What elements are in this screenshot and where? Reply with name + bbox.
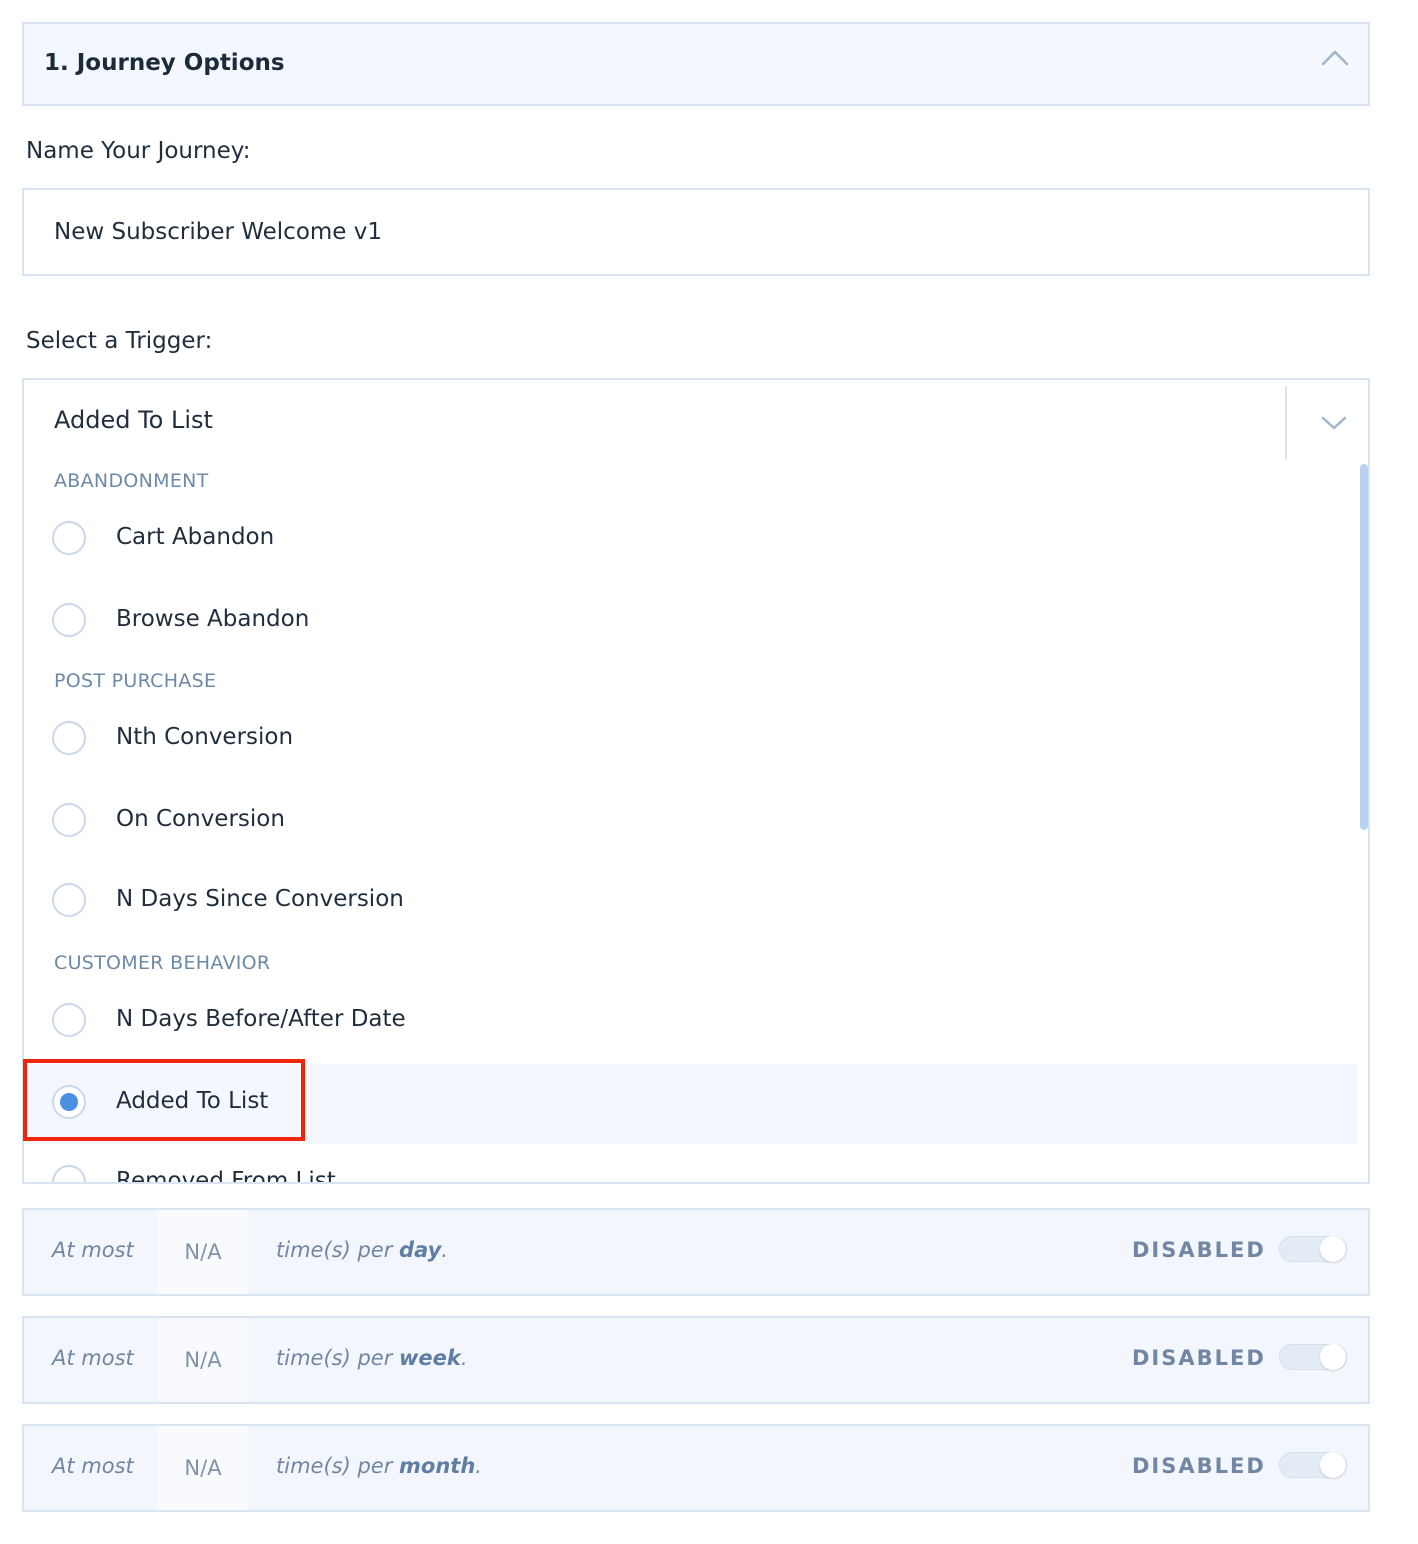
- radio-button[interactable]: [52, 721, 86, 755]
- section-title: 1. Journey Options: [44, 50, 285, 76]
- radio-button[interactable]: [52, 603, 86, 637]
- toggle-knob: [1320, 1452, 1346, 1478]
- limit-status: DISABLED: [1132, 1238, 1266, 1262]
- option-nth-conversion[interactable]: Nth Conversion: [24, 700, 1358, 780]
- limit-status: DISABLED: [1132, 1346, 1266, 1370]
- limit-toggle[interactable]: [1279, 1452, 1347, 1478]
- annotation-highlight-box: [23, 1059, 305, 1141]
- group-label-customer-behavior: CUSTOMER BEHAVIOR: [54, 952, 271, 974]
- limit-value-input[interactable]: [158, 1210, 248, 1294]
- limit-suffix: time(s) per week.: [276, 1346, 468, 1370]
- chevron-down-icon[interactable]: [1320, 413, 1348, 433]
- option-label: Browse Abandon: [116, 606, 310, 632]
- limit-row-week: At most time(s) per week. DISABLED: [22, 1316, 1370, 1404]
- option-label: Nth Conversion: [116, 724, 294, 750]
- toggle-knob: [1320, 1344, 1346, 1370]
- limit-value-input[interactable]: [158, 1426, 248, 1510]
- limit-row-day: At most time(s) per day. DISABLED: [22, 1208, 1370, 1296]
- trigger-label: Select a Trigger:: [26, 328, 213, 354]
- limit-suffix: time(s) per day.: [276, 1238, 448, 1262]
- journey-name-label: Name Your Journey:: [26, 138, 251, 164]
- limit-prefix: At most: [52, 1454, 134, 1478]
- option-on-conversion[interactable]: On Conversion: [24, 782, 1358, 862]
- limit-period: day: [399, 1238, 442, 1262]
- group-label-abandonment: ABANDONMENT: [54, 470, 209, 492]
- select-divider: [1285, 386, 1287, 460]
- radio-button[interactable]: [52, 883, 86, 917]
- limit-period: week: [399, 1346, 461, 1370]
- option-label: Removed From List: [116, 1168, 336, 1184]
- option-label: Cart Abandon: [116, 524, 275, 550]
- limit-prefix: At most: [52, 1238, 134, 1262]
- radio-button[interactable]: [52, 1003, 86, 1037]
- limit-toggle[interactable]: [1279, 1236, 1347, 1262]
- option-n-days-before-after-date[interactable]: N Days Before/After Date: [24, 982, 1358, 1062]
- limit-prefix: At most: [52, 1346, 134, 1370]
- option-label: N Days Before/After Date: [116, 1006, 406, 1032]
- radio-button[interactable]: [52, 803, 86, 837]
- option-cart-abandon[interactable]: Cart Abandon: [24, 500, 1358, 580]
- limit-status: DISABLED: [1132, 1454, 1266, 1478]
- trigger-selected-value: Added To List: [54, 406, 213, 434]
- option-n-days-since-conversion[interactable]: N Days Since Conversion: [24, 862, 1358, 942]
- chevron-up-icon[interactable]: [1320, 48, 1350, 68]
- option-label: On Conversion: [116, 806, 285, 832]
- radio-button[interactable]: [52, 521, 86, 555]
- limit-suffix: time(s) per month.: [276, 1454, 482, 1478]
- journey-options-header[interactable]: 1. Journey Options: [22, 22, 1370, 106]
- limit-row-month: At most time(s) per month. DISABLED: [22, 1424, 1370, 1512]
- limit-period: month: [399, 1454, 476, 1478]
- option-browse-abandon[interactable]: Browse Abandon: [24, 582, 1358, 662]
- journey-name-input[interactable]: [22, 188, 1370, 276]
- toggle-knob: [1320, 1236, 1346, 1262]
- limit-value-input[interactable]: [158, 1318, 248, 1402]
- limit-toggle[interactable]: [1279, 1344, 1347, 1370]
- radio-button[interactable]: [52, 1165, 86, 1182]
- group-label-post-purchase: POST PURCHASE: [54, 670, 217, 692]
- option-removed-from-list[interactable]: Removed From List: [24, 1144, 1358, 1184]
- dropdown-scrollbar[interactable]: [1360, 464, 1368, 830]
- option-label: N Days Since Conversion: [116, 886, 404, 912]
